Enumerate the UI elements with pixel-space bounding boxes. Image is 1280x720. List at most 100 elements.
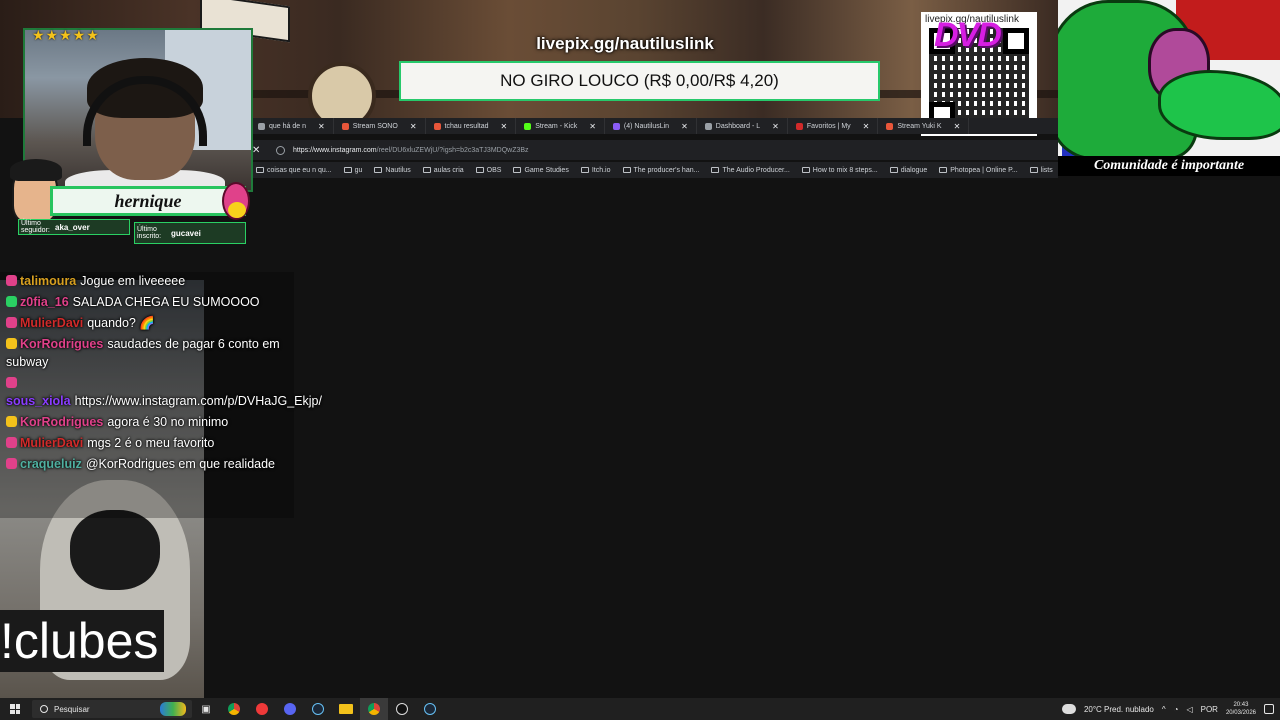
hood-shadow	[70, 510, 160, 590]
tab-label: Stream - Kick	[535, 122, 578, 130]
chat-overlay: talimoura Jogue em liveeeee z0fia_16 SALADA…	[0, 272, 322, 518]
folder-icon	[939, 167, 948, 173]
tab-close-icon[interactable]: ✕	[863, 122, 870, 131]
chevron-up-icon[interactable]: ^	[1162, 705, 1166, 714]
github-icon[interactable]	[388, 698, 416, 720]
chat-username[interactable]: KorRodrigues	[20, 415, 103, 429]
tab-favicon-icon	[341, 122, 349, 130]
donation-goal: NO GIRO LOUCO (R$ 0,00/R$ 4,20)	[399, 61, 880, 101]
url-host: https://www.instagram.com	[293, 146, 377, 154]
chat-username[interactable]: craqueluiz	[20, 457, 82, 471]
folder-icon	[580, 167, 589, 173]
bookmark-item[interactable]: OBS	[470, 167, 508, 174]
bookmark-label: aulas cria	[433, 166, 464, 174]
bookmark-label: Game Studies	[524, 166, 569, 174]
livepix-url: livepix.gg/nautiluslink	[536, 34, 714, 53]
browser-tab[interactable]: Dashboard - L ✕	[697, 118, 788, 134]
browser-tab[interactable]: (4) NautilusLin ✕	[605, 118, 697, 134]
file-explorer-icon[interactable]	[332, 698, 360, 720]
chat-username[interactable]: MulierDavi	[20, 316, 83, 330]
taskbar-clock[interactable]: 20:43 20/03/2026	[1226, 701, 1256, 717]
obs-icon[interactable]	[276, 698, 304, 720]
chat-username[interactable]: talimoura	[20, 274, 76, 288]
chrome-icon[interactable]	[220, 698, 248, 720]
bookmark-label: OBS	[486, 166, 502, 174]
bookmark-item[interactable]: Nautilus	[368, 167, 416, 174]
bookmark-label: Photopea | Online P...	[950, 166, 1018, 174]
tab-label: Dashboard - L	[715, 122, 761, 130]
chat-text: Jogue em liveeeee	[80, 274, 186, 288]
browser-tab[interactable]: que há de n ✕	[250, 118, 334, 134]
tab-label: (4) NautilusLin	[623, 122, 670, 130]
bookmark-item[interactable]: The producer's han...	[617, 167, 706, 174]
vivaldi-icon[interactable]	[248, 698, 276, 720]
chat-text: quando? 🌈	[87, 316, 155, 330]
tab-close-icon[interactable]: ✕	[954, 122, 961, 131]
chat-text: https://www.instagram.com/p/DVHaJG_Ekjp/	[74, 394, 322, 408]
tab-favicon-icon	[612, 122, 620, 130]
folder-icon	[622, 167, 631, 173]
chat-username[interactable]: KorRodrigues	[20, 337, 103, 351]
steam-icon[interactable]	[304, 698, 332, 720]
bookmark-item[interactable]: dialogue	[884, 167, 933, 174]
browser-tab[interactable]: Favoritos | My ✕	[788, 118, 879, 134]
bookmark-item[interactable]: lists	[1024, 167, 1058, 174]
address-bar[interactable]: ✕ https://www.instagram.com/reel/DU6xluZ…	[250, 140, 1058, 160]
chat-message: talimoura Jogue em liveeeee	[6, 272, 288, 290]
start-button[interactable]	[0, 698, 30, 720]
tab-favicon-icon	[704, 122, 712, 130]
tab-close-icon[interactable]: ✕	[589, 122, 596, 131]
site-info-icon[interactable]	[276, 145, 285, 155]
tab-close-icon[interactable]: ✕	[681, 122, 688, 131]
clock-time: 20:43	[1233, 702, 1249, 708]
chat-badge-icon	[6, 296, 17, 307]
stream-screen: livepix.gg/nautiluslink NO GIRO LOUCO (R…	[0, 0, 1280, 720]
bookmark-item[interactable]: Itch.io	[575, 167, 617, 174]
browser-page-content	[250, 178, 1280, 698]
bookmarks-bar: coisas que eu n qu... gu Nautilus aulas cri…	[250, 162, 1058, 178]
language-indicator[interactable]: POR	[1201, 705, 1218, 714]
notification-icon[interactable]	[1264, 704, 1274, 714]
steam-2-icon[interactable]	[416, 698, 444, 720]
network-icon[interactable]: ◔	[1174, 705, 1179, 714]
browser-tab[interactable]: Stream - Kick ✕	[516, 118, 605, 134]
tab-favicon-icon	[795, 122, 803, 130]
chrome-active-icon[interactable]	[360, 698, 388, 720]
tab-favicon-icon	[524, 122, 532, 130]
taskbar-search[interactable]: Pesquisar	[32, 700, 192, 718]
mascot-avatar	[222, 182, 250, 220]
browser-tab[interactable]: tchau resultad ✕	[426, 118, 517, 134]
system-tray: 20°C Pred. nublado ^ ◔ ◁ POR 20:43 20/03…	[1061, 701, 1280, 717]
folder-icon	[422, 167, 431, 173]
chat-badge-icon	[6, 275, 17, 286]
browser-tab[interactable]: Stream Yuki K ✕	[878, 118, 970, 134]
chat-username[interactable]: z0fia_16	[20, 295, 69, 309]
volume-icon[interactable]: ◁	[1186, 705, 1192, 714]
windows-icon	[10, 704, 20, 714]
chat-message: MulierDavi mgs 2 é o meu favorito	[6, 434, 288, 452]
windows-taskbar: Pesquisar ▣ 20°C Pred. nublado ^ ◔ ◁ POR…	[0, 698, 1280, 720]
weather-text[interactable]: 20°C Pred. nublado	[1084, 705, 1154, 714]
tab-close-icon[interactable]: ✕	[772, 122, 779, 131]
bookmark-label: Nautilus	[385, 166, 411, 174]
bookmark-item[interactable]: The Audio Producer...	[705, 167, 795, 174]
folder-icon	[801, 167, 810, 173]
bookmark-item[interactable]: gu	[338, 167, 369, 174]
task-view-icon[interactable]: ▣	[192, 698, 220, 720]
browser-tab[interactable]: Stream SONO ✕	[334, 118, 426, 134]
bookmark-item[interactable]: Game Studies	[507, 167, 574, 174]
tab-close-icon[interactable]: ✕	[318, 122, 325, 131]
bookmark-item[interactable]: coisas que eu n qu...	[250, 167, 338, 174]
bookmark-item[interactable]: How to mix 8 steps...	[796, 167, 884, 174]
chat-message: MulierDavi quando? 🌈	[6, 314, 288, 332]
chat-username[interactable]: sous_xiola	[6, 394, 71, 408]
tab-close-icon[interactable]: ✕	[410, 122, 417, 131]
tab-close-icon[interactable]: ✕	[501, 122, 508, 131]
bookmark-item[interactable]: Photopea | Online P...	[933, 167, 1023, 174]
folder-icon	[1029, 167, 1038, 173]
close-icon[interactable]: ✕	[252, 145, 264, 156]
bookmark-item[interactable]: aulas cria	[417, 167, 470, 174]
folder-icon	[889, 167, 898, 173]
url-text[interactable]: https://www.instagram.com/reel/DU6xluZEW…	[293, 147, 529, 154]
chat-username[interactable]: MulierDavi	[20, 436, 83, 450]
